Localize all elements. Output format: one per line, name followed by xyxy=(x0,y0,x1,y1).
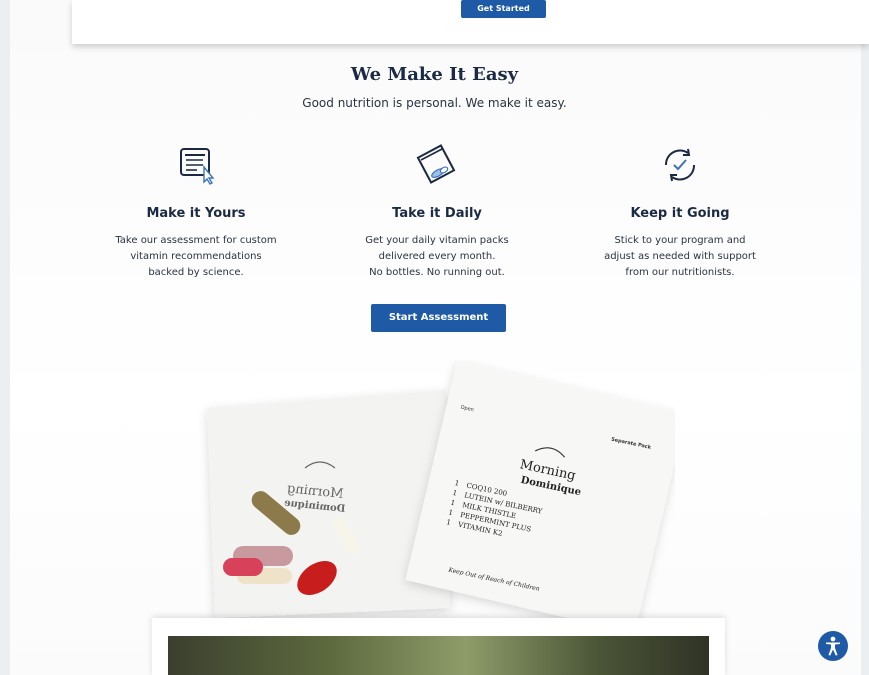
start-assessment-button[interactable]: Start Assessment xyxy=(371,304,506,332)
feature-make-it-yours: Make it Yours Take our assessment for cu… xyxy=(96,140,296,281)
video-card xyxy=(152,618,725,675)
vitamin-pack-icon xyxy=(416,144,456,184)
refresh-check-icon xyxy=(664,148,696,182)
section-subtitle: Good nutrition is personal. We make it e… xyxy=(302,96,567,110)
feature-take-it-daily: Take it Daily Get your daily vitamin pac… xyxy=(337,140,537,281)
feature-title: Make it Yours xyxy=(146,206,246,221)
get-started-button[interactable]: Get Started xyxy=(461,0,546,18)
pill xyxy=(223,558,263,576)
section-title: We Make It Easy xyxy=(350,64,519,85)
accessibility-button[interactable] xyxy=(818,631,848,661)
feature-text: Stick to your program and adjust as need… xyxy=(604,235,756,278)
accessibility-icon xyxy=(826,636,840,656)
video-thumbnail[interactable] xyxy=(168,636,709,675)
vitamin-packs-image: Morning Dominique Open Separate Pack Mor… xyxy=(207,360,675,630)
feature-title: Keep it Going xyxy=(630,206,730,221)
feature-keep-it-going: Keep it Going Stick to your program and … xyxy=(580,140,780,281)
feature-text: Take our assessment for custom vitamin r… xyxy=(115,235,277,278)
feature-title: Take it Daily xyxy=(392,206,482,221)
back-vitamin-pack: Morning Dominique xyxy=(207,390,450,618)
feature-text: Get your daily vitamin packs delivered e… xyxy=(365,235,509,278)
checklist-cursor-icon xyxy=(180,148,215,185)
